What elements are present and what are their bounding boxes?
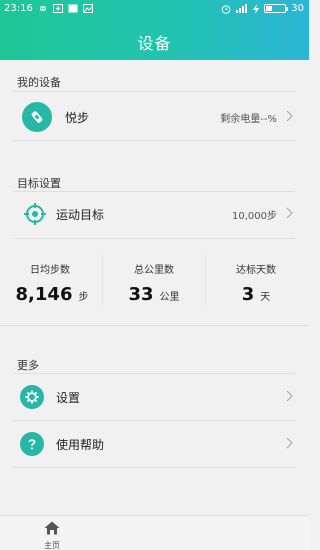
stat-number: 8,146: [15, 284, 73, 305]
stat-unit: 步: [78, 292, 89, 303]
battery-level: 30: [291, 3, 304, 14]
chevron-right-icon: [286, 110, 293, 122]
goals-section-label: 目标设置: [17, 177, 61, 190]
device-name: 悦步: [65, 111, 90, 125]
infinity-icon: [39, 6, 47, 11]
target-icon: [20, 199, 50, 229]
divider: [14, 140, 295, 141]
page-title: 设备: [137, 34, 172, 53]
chevron-right-icon: [286, 390, 293, 402]
divider: [14, 238, 295, 239]
help-label: 使用帮助: [56, 438, 105, 452]
download-icon: [53, 4, 63, 13]
stat-total-km: 总公里数: [104, 258, 204, 277]
settings-label: 设置: [56, 391, 81, 405]
stat-number: 33: [128, 284, 154, 305]
help-row[interactable]: 使用帮助: [0, 421, 309, 467]
device-row[interactable]: 悦步 剩余电量--%: [0, 94, 309, 140]
device-battery: 剩余电量--%: [220, 114, 277, 125]
stat-title: 日均步数: [30, 265, 70, 276]
stat-value-avg-steps: 8,146 步: [2, 284, 102, 305]
exercise-goal-label: 运动目标: [56, 208, 105, 222]
stat-unit: 天: [260, 292, 271, 303]
exercise-goal-row[interactable]: 运动目标 10,000步: [0, 191, 309, 237]
divider: [102, 255, 103, 305]
divider: [14, 467, 295, 468]
status-bar: 23:16 30: [0, 0, 309, 18]
signal-icon: [236, 4, 248, 13]
stat-value-total-km: 33 公里: [104, 284, 204, 305]
my-devices-section-label: 我的设备: [17, 76, 61, 89]
charging-icon: [253, 3, 260, 14]
stat-number: 3: [241, 284, 255, 305]
battery-icon: [264, 4, 289, 13]
chevron-right-icon: [286, 207, 293, 219]
settings-row[interactable]: 设置: [0, 374, 309, 420]
stat-unit: 公里: [159, 292, 180, 303]
stat-avg-steps: 日均步数: [0, 258, 100, 277]
notification-icons: [38, 4, 93, 13]
stat-title: 总公里数: [134, 265, 174, 276]
nav-home[interactable]: 主页: [35, 520, 69, 550]
band-icon: [22, 102, 52, 132]
alarm-icon: [221, 4, 231, 14]
exercise-goal-value: 10,000步: [232, 211, 277, 222]
header-bar: 23:16 30 设备: [0, 0, 309, 60]
help-icon: [20, 432, 44, 456]
stat-value-goal-days: 3天: [206, 284, 306, 305]
message-icon: [68, 4, 78, 13]
stat-goal-days: 达标天数: [206, 258, 306, 277]
bottom-nav: 主页: [0, 515, 309, 550]
status-time: 23:16: [4, 3, 33, 14]
divider: [14, 91, 295, 92]
gear-icon: [20, 385, 44, 409]
stat-title: 达标天数: [236, 265, 276, 276]
image-icon: [83, 4, 93, 13]
status-right: 30: [221, 3, 304, 14]
nav-home-label: 主页: [44, 541, 60, 550]
more-section-label: 更多: [17, 359, 39, 372]
divider: [0, 325, 309, 326]
home-icon: [44, 521, 60, 535]
chevron-right-icon: [286, 437, 293, 449]
